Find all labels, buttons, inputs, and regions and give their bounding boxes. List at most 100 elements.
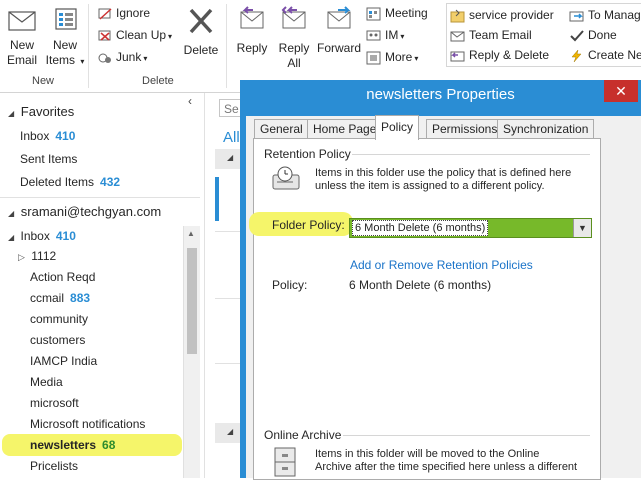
envelope-icon [8, 11, 36, 31]
separator [88, 4, 89, 88]
close-button[interactable]: ✕ [604, 80, 638, 102]
folder-1112[interactable]: ▷ 1112 [18, 249, 56, 263]
quick-step-create-new[interactable]: Create Ne [569, 46, 641, 64]
reply-all-icon [281, 6, 306, 29]
folder-arrow-icon [450, 9, 465, 23]
collapse-pane-icon[interactable]: ‹ [188, 94, 192, 108]
unread-count: 410 [55, 229, 76, 243]
favorite-inbox[interactable]: Inbox 410 [20, 129, 75, 143]
policy-label: Policy: [272, 278, 308, 292]
folder-policy-selected: 6 Month Delete (6 months) [352, 220, 489, 236]
collapse-triangle-icon: ◢ [8, 209, 15, 218]
quick-step-reply-delete[interactable]: Reply & Delete [450, 46, 549, 64]
unread-count: 432 [100, 175, 121, 189]
tab-general[interactable]: General [254, 119, 309, 139]
folder-microsoft-notifications[interactable]: Microsoft notifications [30, 417, 145, 431]
all-filter-stub[interactable]: All [223, 129, 240, 146]
reply-delete-icon [450, 51, 465, 62]
collapse-triangle-icon: ◢ [8, 233, 15, 242]
reply-button[interactable]: Reply [234, 4, 270, 56]
archive-description-line1: Items in this folder will be moved to th… [315, 448, 540, 460]
tab-synchronization[interactable]: Synchronization [497, 119, 595, 139]
checkmark-icon [570, 30, 584, 42]
collapse-triangle-icon[interactable]: ◢ [227, 427, 233, 436]
archive-description-line2: Archive after the time specified here un… [315, 461, 578, 473]
quick-step-done[interactable]: Done [569, 26, 617, 44]
online-archive-title: Online Archive [264, 428, 342, 442]
retention-clock-icon [271, 165, 305, 198]
clean-up-icon [98, 30, 111, 41]
folder-community[interactable]: community [30, 312, 88, 326]
account-header[interactable]: ◢ sramani@techgyan.com [8, 204, 161, 219]
folder-pricelists[interactable]: Pricelists [30, 459, 78, 473]
chevron-down-icon: ▾ [143, 54, 148, 63]
new-email-button[interactable]: New Email [4, 6, 40, 68]
to-manager-icon [569, 11, 584, 22]
retention-description: Items in this folder use the policy that… [315, 167, 572, 192]
scrollbar-thumb[interactable] [187, 248, 197, 354]
folder-scrollbar[interactable]: ▲ [183, 226, 200, 478]
folder-media[interactable]: Media [30, 375, 63, 389]
unread-count: 883 [70, 291, 91, 305]
im-icon [366, 30, 381, 41]
message-list-strip: Se All ◢ ◢ [204, 93, 243, 478]
meeting-button[interactable]: Meeting [366, 4, 428, 22]
new-items-icon [55, 8, 77, 30]
expand-triangle-icon[interactable]: ▷ [18, 252, 25, 262]
tab-home-page[interactable]: Home Page [307, 119, 383, 139]
delete-button[interactable]: Delete [180, 6, 222, 58]
team-email-icon [450, 31, 465, 42]
ignore-button[interactable]: Ignore [97, 4, 150, 22]
folder-iamcp-india[interactable]: IAMCP India [30, 354, 97, 368]
add-remove-policies-link[interactable]: Add or Remove Retention Policies [350, 258, 533, 272]
im-button[interactable]: IM ▾ [366, 26, 404, 44]
chevron-down-icon: ▾ [168, 32, 173, 41]
forward-icon [327, 6, 351, 29]
new-items-button[interactable]: New Items ▾ [45, 6, 85, 69]
divider [215, 363, 243, 364]
delete-group-label: Delete [142, 75, 174, 87]
list-item-marker [215, 177, 219, 221]
junk-button[interactable]: Junk ▾ [97, 48, 147, 66]
folder-newsletters[interactable]: newsletters 68 [30, 438, 115, 452]
favorites-header[interactable]: ◢ Favorites [8, 104, 74, 119]
dialog-title: newsletters Properties [366, 86, 515, 103]
tab-policy[interactable]: Policy [375, 115, 420, 140]
collapse-triangle-icon[interactable]: ◢ [227, 153, 233, 162]
lightning-icon [571, 49, 582, 62]
new-email-label: New [9, 38, 34, 52]
delete-x-icon [189, 8, 213, 34]
collapse-triangle-icon: ◢ [8, 109, 15, 118]
reply-icon [240, 6, 264, 29]
favorite-deleted-items[interactable]: Deleted Items 432 [20, 175, 120, 189]
tab-permissions[interactable]: Permissions [426, 119, 504, 139]
clean-up-button[interactable]: Clean Up ▾ [97, 26, 172, 44]
folder-microsoft[interactable]: microsoft [30, 396, 79, 410]
ignore-icon [98, 8, 112, 20]
unread-count: 68 [102, 438, 116, 452]
scroll-up-arrow-icon[interactable]: ▲ [187, 229, 195, 238]
folder-action-reqd[interactable]: Action Reqd [30, 270, 95, 284]
forward-button[interactable]: Forward [316, 4, 362, 56]
quick-step-to-manager[interactable]: To Manag [569, 6, 641, 24]
folder-customers[interactable]: customers [30, 333, 85, 347]
favorite-sent-items[interactable]: Sent Items [20, 152, 77, 166]
divider [0, 197, 200, 198]
unread-count: 410 [55, 129, 76, 143]
calendar-icon [366, 7, 381, 21]
reply-all-button[interactable]: Reply All [276, 4, 312, 71]
section-divider [343, 435, 590, 436]
more-button[interactable]: More ▾ [366, 48, 418, 66]
new-group-label: New [32, 75, 55, 87]
quick-step-service-provider[interactable]: service provider [450, 6, 554, 24]
folder-policy-dropdown[interactable]: 6 Month Delete (6 months) ▼ [349, 218, 592, 238]
archive-cabinet-icon [272, 446, 300, 481]
folder-ccmail[interactable]: ccmail 883 [30, 291, 90, 305]
folder-inbox[interactable]: ◢ Inbox 410 [8, 229, 76, 243]
folder-policy-label: Folder Policy: [272, 218, 345, 232]
chevron-down-icon[interactable]: ▼ [573, 219, 591, 237]
more-icon [366, 51, 381, 65]
chevron-down-icon: ▾ [400, 32, 405, 41]
quick-step-team-email[interactable]: Team Email [450, 26, 532, 44]
section-divider [352, 154, 590, 155]
